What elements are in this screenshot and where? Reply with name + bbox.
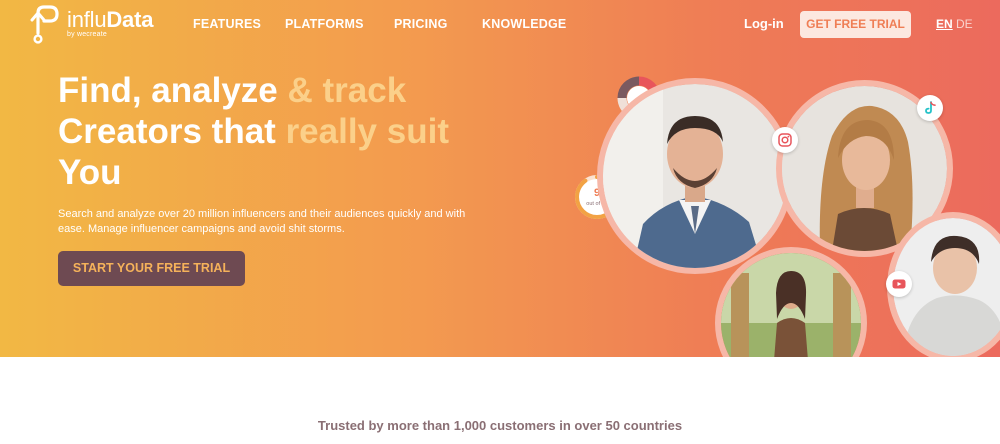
youtube-badge: [886, 271, 912, 297]
instagram-icon: [778, 133, 792, 147]
infludata-logo-icon: [30, 5, 59, 44]
get-free-trial-button[interactable]: GET FREE TRIAL: [800, 11, 911, 38]
top-navigation: influData by wecreate FEATURES PLATFORMS…: [0, 0, 1000, 48]
creator-photo-man: [597, 78, 793, 274]
login-link[interactable]: Log-in: [744, 16, 784, 31]
trusted-by-text: Trusted by more than 1,000 customers in …: [317, 418, 683, 433]
nav-features[interactable]: FEATURES: [193, 17, 261, 31]
brand-name: influData: [67, 7, 154, 32]
hero-description: Search and analyze over 20 million influ…: [58, 208, 466, 235]
youtube-icon: [892, 279, 906, 289]
hero-headline: Find, analyze & track Creators that real…: [58, 71, 449, 192]
nav-knowledge[interactable]: KNOWLEDGE: [482, 17, 566, 31]
start-free-trial-button[interactable]: START YOUR FREE TRIAL: [58, 251, 245, 286]
instagram-badge: [772, 127, 798, 153]
infludata-logo[interactable]: influData by wecreate: [30, 3, 180, 45]
language-en[interactable]: EN: [936, 17, 953, 31]
hero-section: influData by wecreate FEATURES PLATFORMS…: [0, 0, 1000, 357]
language-de[interactable]: DE: [956, 17, 973, 31]
brand-subline: by wecreate: [67, 31, 107, 38]
nav-platforms[interactable]: PLATFORMS: [285, 17, 364, 31]
tiktok-badge: [917, 95, 943, 121]
tiktok-icon: [925, 101, 936, 114]
nav-pricing[interactable]: PRICING: [394, 17, 448, 31]
